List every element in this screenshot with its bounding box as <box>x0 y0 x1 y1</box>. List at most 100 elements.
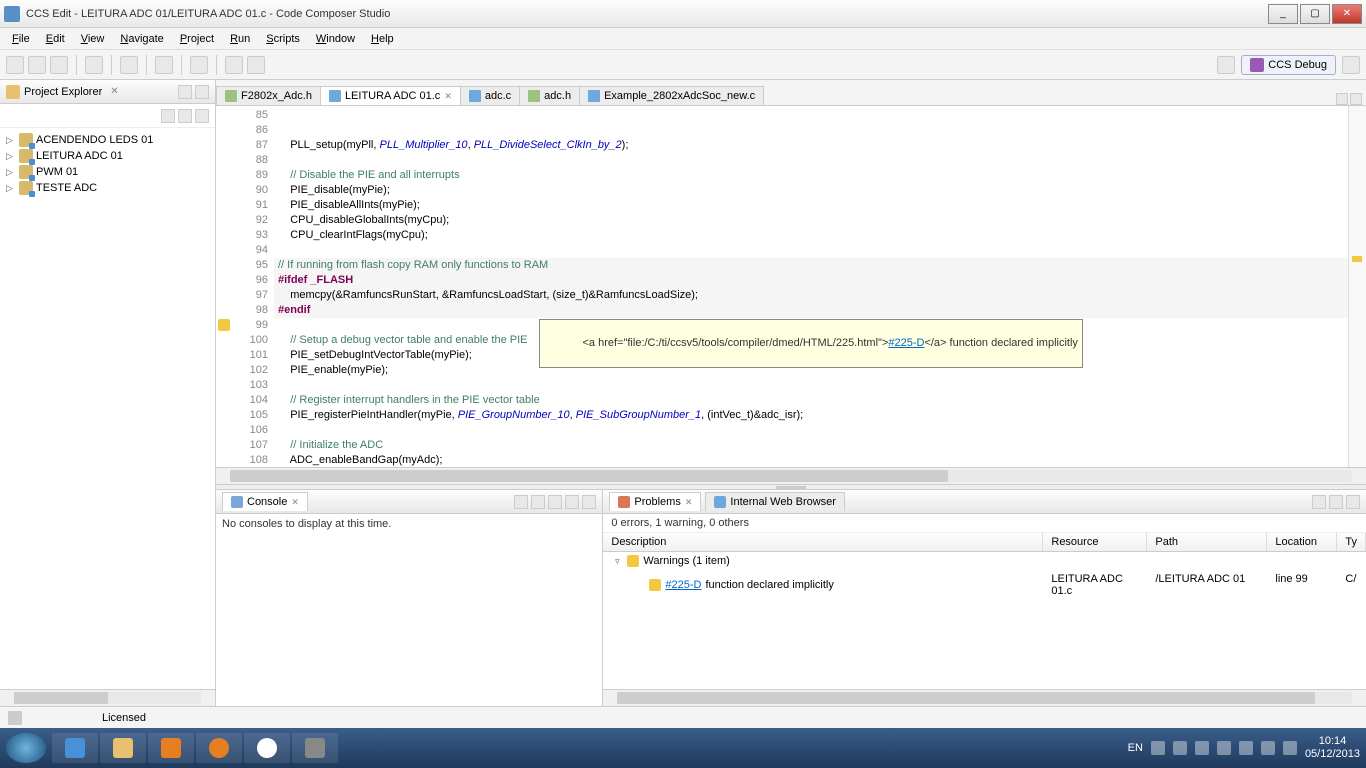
toggle-button[interactable] <box>190 56 208 74</box>
code-body[interactable]: PLL_setup(myPll, PLL_Multiplier_10, PLL_… <box>274 106 1348 467</box>
warning-icon <box>649 579 661 591</box>
tray-flag-icon[interactable] <box>1283 741 1297 755</box>
view-menu-button[interactable] <box>1312 495 1326 509</box>
problems-tab-label: Problems <box>634 496 680 508</box>
search-button[interactable] <box>155 56 173 74</box>
menu-view[interactable]: View <box>73 31 113 47</box>
save-all-button[interactable] <box>50 56 68 74</box>
tooltip-link[interactable]: #225-D <box>888 337 924 349</box>
problems-item-row[interactable]: #225-D function declared implicitly LEIT… <box>603 570 1366 600</box>
taskbar-media[interactable] <box>148 733 194 763</box>
display-console-button[interactable] <box>531 495 545 509</box>
editor-tab-active[interactable]: LEITURA ADC 01.c✕ <box>320 86 461 105</box>
menu-edit[interactable]: Edit <box>38 31 73 47</box>
editor-tab[interactable]: adc.c <box>460 86 520 105</box>
collapse-all-button[interactable] <box>161 109 175 123</box>
tray-clock[interactable]: 10:14 05/12/2013 <box>1305 735 1360 761</box>
editor-tab[interactable]: F2802x_Adc.h <box>216 86 321 105</box>
tree-item[interactable]: ▷TESTE ADC <box>2 180 213 196</box>
perspective-more-button[interactable] <box>1342 56 1360 74</box>
maximize-problems-button[interactable] <box>1346 495 1360 509</box>
file-h-icon <box>528 90 540 102</box>
tray-icon[interactable] <box>1195 741 1209 755</box>
console-tab[interactable]: Console ✕ <box>222 492 308 511</box>
maximize-editor-button[interactable] <box>1350 93 1362 105</box>
menu-run[interactable]: Run <box>222 31 258 47</box>
minimize-problems-button[interactable] <box>1329 495 1343 509</box>
tree-item[interactable]: ▷PWM 01 <box>2 164 213 180</box>
overview-ruler[interactable] <box>1348 106 1366 467</box>
menu-scripts[interactable]: Scripts <box>258 31 308 47</box>
view-menu-button[interactable] <box>195 109 209 123</box>
col-path[interactable]: Path <box>1147 533 1267 551</box>
minimize-editor-button[interactable] <box>1336 93 1348 105</box>
col-description[interactable]: Description <box>603 533 1043 551</box>
minimize-button[interactable]: _ <box>1268 4 1298 24</box>
taskbar-ie[interactable] <box>52 733 98 763</box>
tree-item[interactable]: ▷ACENDENDO LEDS 01 <box>2 132 213 148</box>
perspective-ccs-debug[interactable]: CCS Debug <box>1241 55 1336 75</box>
maximize-console-button[interactable] <box>582 495 596 509</box>
tab-close-icon[interactable]: ✕ <box>444 91 452 102</box>
menu-navigate[interactable]: Navigate <box>112 31 171 47</box>
menu-file[interactable]: File <box>4 31 38 47</box>
problem-message: function declared implicitly <box>705 579 833 591</box>
taskbar-firefox[interactable] <box>196 733 242 763</box>
close-icon[interactable]: ✕ <box>291 497 299 508</box>
menu-help[interactable]: Help <box>363 31 402 47</box>
menu-window[interactable]: Window <box>308 31 363 47</box>
editor-tab[interactable]: Example_2802xAdcSoc_new.c <box>579 86 764 105</box>
tray-network-icon[interactable] <box>1239 741 1253 755</box>
taskbar-explorer[interactable] <box>100 733 146 763</box>
col-resource[interactable]: Resource <box>1043 533 1147 551</box>
build-button[interactable] <box>85 56 103 74</box>
separator <box>146 55 147 75</box>
separator <box>216 55 217 75</box>
new-button[interactable] <box>6 56 24 74</box>
tray-icon[interactable] <box>1173 741 1187 755</box>
code-scroll[interactable]: 8586878889909192939495969798991001011021… <box>216 106 1366 467</box>
file-c-icon <box>329 90 341 102</box>
editor-tab-row: F2802x_Adc.h LEITURA ADC 01.c✕ adc.c adc… <box>216 80 1366 106</box>
project-tree[interactable]: ▷ACENDENDO LEDS 01 ▷LEITURA ADC 01 ▷PWM … <box>0 128 215 689</box>
col-location[interactable]: Location <box>1267 533 1337 551</box>
problems-tab[interactable]: Problems ✕ <box>609 492 701 511</box>
maximize-view-button[interactable] <box>195 85 209 99</box>
console-header: Console ✕ <box>216 490 602 514</box>
problems-group-row[interactable]: ▿Warnings (1 item) <box>603 552 1366 570</box>
save-button[interactable] <box>28 56 46 74</box>
tree-item[interactable]: ▷LEITURA ADC 01 <box>2 148 213 164</box>
minimize-console-button[interactable] <box>565 495 579 509</box>
debug-button[interactable] <box>120 56 138 74</box>
view-close-icon[interactable]: ✕ <box>110 86 118 97</box>
menu-project[interactable]: Project <box>172 31 222 47</box>
taskbar-chrome[interactable] <box>244 733 290 763</box>
problems-table[interactable]: Description Resource Path Location Ty ▿W… <box>603 533 1366 689</box>
warning-marker[interactable] <box>1352 256 1362 262</box>
start-button[interactable] <box>6 733 46 763</box>
problems-hscroll[interactable] <box>603 689 1366 706</box>
pin-console-button[interactable] <box>514 495 528 509</box>
minimize-view-button[interactable] <box>178 85 192 99</box>
browser-tab-label: Internal Web Browser <box>730 496 836 508</box>
close-icon[interactable]: ✕ <box>685 497 693 508</box>
open-console-button[interactable] <box>548 495 562 509</box>
tray-volume-icon[interactable] <box>1261 741 1275 755</box>
col-type[interactable]: Ty <box>1337 533 1366 551</box>
forward-button[interactable] <box>247 56 265 74</box>
editor-hscroll[interactable] <box>216 467 1366 484</box>
editor-tab[interactable]: adc.h <box>519 86 580 105</box>
back-button[interactable] <box>225 56 243 74</box>
problems-summary: 0 errors, 1 warning, 0 others <box>603 514 1366 533</box>
tray-lang[interactable]: EN <box>1128 742 1143 754</box>
browser-tab[interactable]: Internal Web Browser <box>705 492 845 511</box>
open-perspective-button[interactable] <box>1217 56 1235 74</box>
taskbar-vbox[interactable] <box>292 733 338 763</box>
tray-icon[interactable] <box>1151 741 1165 755</box>
project-explorer-hscroll[interactable] <box>0 689 215 706</box>
link-editor-button[interactable] <box>178 109 192 123</box>
tray-icon[interactable] <box>1217 741 1231 755</box>
maximize-button[interactable]: ▢ <box>1300 4 1330 24</box>
problem-link[interactable]: #225-D <box>665 579 701 591</box>
close-button[interactable]: ✕ <box>1332 4 1362 24</box>
